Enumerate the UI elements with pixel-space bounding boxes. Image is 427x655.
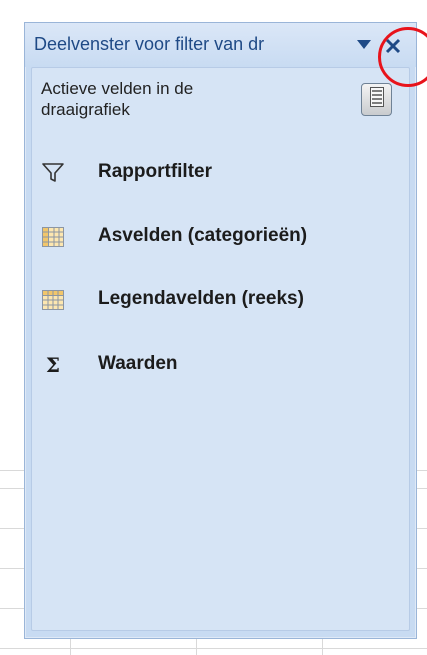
- grid-line: [0, 648, 427, 649]
- grid-icon: [41, 288, 65, 312]
- area-report-filter[interactable]: Rapportfilter: [41, 158, 401, 188]
- area-values[interactable]: Σ Waarden: [41, 350, 401, 380]
- pivotchart-filter-pane: Deelvenster voor filter van dr Actieve v…: [24, 22, 427, 639]
- filter-icon: [41, 161, 65, 185]
- pane-title-bar: Deelvenster voor filter van dr: [25, 23, 416, 67]
- field-list-layout-button[interactable]: [361, 83, 392, 116]
- sigma-icon: Σ: [41, 353, 65, 377]
- area-label: Legendavelden (reeks): [98, 288, 304, 309]
- grid-icon: [41, 225, 65, 249]
- pane-body: [31, 67, 410, 631]
- pane-title: Deelvenster voor filter van dr: [34, 34, 265, 54]
- triangle-down-icon[interactable]: [354, 35, 374, 55]
- sigma-symbol: Σ: [45, 353, 61, 377]
- field-list-layout-icon: [369, 87, 384, 112]
- area-label: Waarden: [98, 353, 178, 374]
- area-label: Rapportfilter: [98, 161, 212, 182]
- area-legend-fields[interactable]: Legendavelden (reeks): [41, 285, 401, 315]
- area-axis-fields[interactable]: Asvelden (categorieën): [41, 222, 401, 252]
- area-label: Asvelden (categorieën): [98, 225, 308, 246]
- close-icon[interactable]: [379, 32, 407, 60]
- active-fields-label: Actieve velden in de draaigrafiek: [41, 79, 194, 119]
